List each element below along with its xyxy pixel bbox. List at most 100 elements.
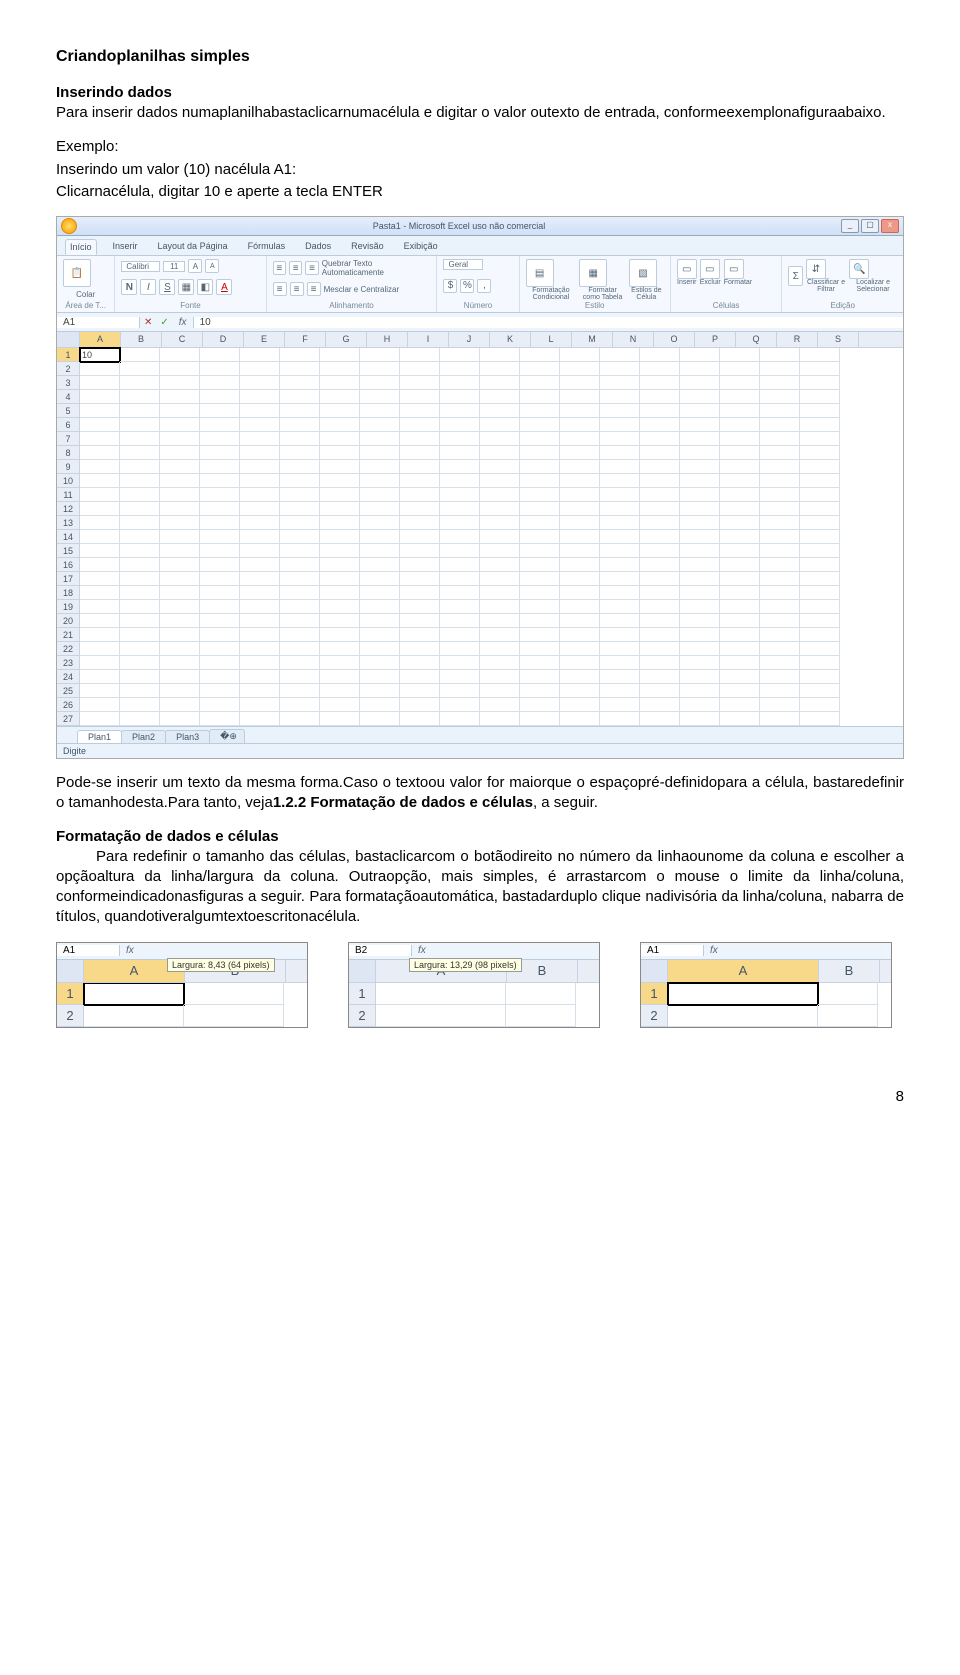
cell[interactable] [280,670,320,684]
row-header[interactable]: 1 [57,348,80,362]
cell[interactable] [400,488,440,502]
cell[interactable] [280,600,320,614]
cell[interactable] [720,684,760,698]
cell[interactable] [280,530,320,544]
new-sheet-button[interactable]: �⊕ [209,729,245,743]
cell[interactable] [240,670,280,684]
delete-cells-icon[interactable]: ▭ [700,259,720,279]
cell[interactable] [480,586,520,600]
col-header[interactable]: O [654,332,695,347]
cell[interactable] [480,502,520,516]
formula-value[interactable]: 10 [193,317,903,328]
cell[interactable] [440,362,480,376]
cell[interactable] [400,656,440,670]
cell[interactable] [480,558,520,572]
cell[interactable] [800,642,840,656]
col-header[interactable]: B [121,332,162,347]
cell[interactable] [680,502,720,516]
cell[interactable] [800,572,840,586]
cell[interactable] [600,474,640,488]
cell[interactable] [120,684,160,698]
cell[interactable] [160,390,200,404]
cell[interactable] [720,698,760,712]
cell[interactable] [200,558,240,572]
col-header[interactable]: L [531,332,572,347]
cell[interactable] [80,418,120,432]
cell[interactable] [320,656,360,670]
cell[interactable] [760,502,800,516]
cell[interactable] [800,516,840,530]
cell[interactable] [320,712,360,726]
cell[interactable] [360,656,400,670]
cell[interactable] [280,362,320,376]
cell[interactable] [520,488,560,502]
col-header[interactable]: C [162,332,203,347]
cell[interactable] [360,362,400,376]
cell[interactable] [360,348,400,362]
find-icon[interactable]: 🔍 [849,259,869,279]
row-header[interactable]: 14 [57,530,80,544]
cell[interactable] [680,600,720,614]
cell[interactable] [720,376,760,390]
cell[interactable] [480,348,520,362]
cell[interactable] [640,362,680,376]
cell[interactable] [800,670,840,684]
underline-icon[interactable]: S [159,279,175,295]
cell[interactable] [240,460,280,474]
enter-icon[interactable]: ✓ [156,317,172,328]
cell[interactable]: 10 [80,348,120,362]
paste-icon[interactable]: 📋 [63,259,91,287]
cell[interactable] [160,474,200,488]
cell[interactable] [800,684,840,698]
cell[interactable] [520,446,560,460]
cell[interactable] [360,474,400,488]
fill-icon[interactable]: ◧ [197,279,213,295]
cell[interactable] [160,432,200,446]
cell[interactable] [360,432,400,446]
cell[interactable] [120,544,160,558]
cell[interactable] [280,404,320,418]
col-header-b[interactable]: B [819,960,880,982]
cell[interactable] [480,474,520,488]
cell[interactable] [600,586,640,600]
cell[interactable] [680,544,720,558]
cell[interactable] [680,376,720,390]
grow-font-icon[interactable]: A [188,259,202,273]
cell[interactable] [800,474,840,488]
cell[interactable] [440,502,480,516]
cell-a1[interactable] [668,983,818,1005]
cell[interactable] [520,684,560,698]
cell[interactable] [360,712,400,726]
cell[interactable] [240,712,280,726]
cell[interactable] [600,376,640,390]
cell[interactable] [600,418,640,432]
font-color-icon[interactable]: A [216,279,232,295]
cell[interactable] [200,656,240,670]
cell[interactable] [720,390,760,404]
cell[interactable] [240,544,280,558]
cell[interactable] [800,712,840,726]
cell[interactable] [120,586,160,600]
col-header[interactable]: M [572,332,613,347]
cell[interactable] [400,642,440,656]
cell[interactable] [640,488,680,502]
cell[interactable] [200,586,240,600]
cell[interactable] [520,572,560,586]
cell[interactable] [640,684,680,698]
cell[interactable] [160,488,200,502]
cell[interactable] [520,656,560,670]
cell[interactable] [800,656,840,670]
tab-revisao[interactable]: Revisão [347,239,388,255]
cell[interactable] [240,530,280,544]
cell[interactable] [640,614,680,628]
cell[interactable] [400,558,440,572]
cell[interactable] [480,642,520,656]
cell[interactable] [320,516,360,530]
cell[interactable] [80,558,120,572]
cell[interactable] [480,376,520,390]
cell[interactable] [680,670,720,684]
cell[interactable] [640,516,680,530]
cell[interactable] [80,614,120,628]
cell[interactable] [120,432,160,446]
merge-center-button[interactable]: Mesclar e Centralizar [324,285,400,294]
